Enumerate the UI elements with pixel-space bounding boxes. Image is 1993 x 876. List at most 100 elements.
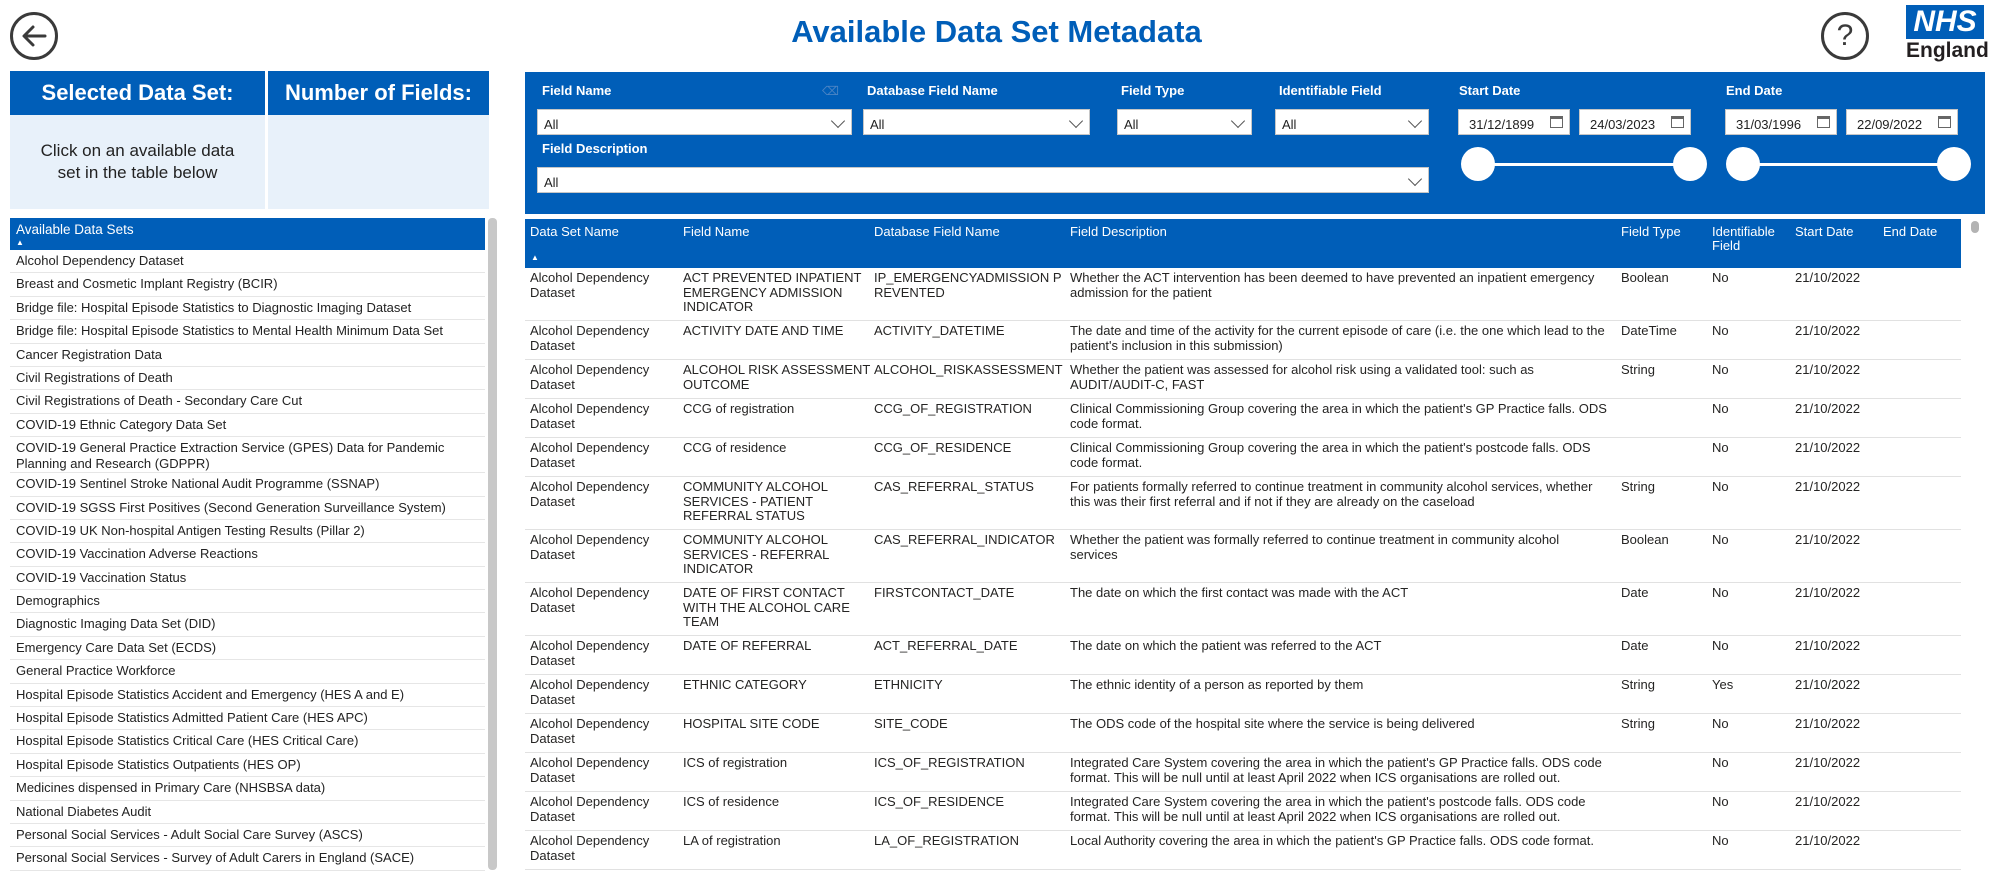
col-header-field-name[interactable]: Field Name	[683, 225, 749, 239]
list-item[interactable]: National Diabetes Audit	[10, 801, 485, 824]
cell-data-set-name: Alcohol Dependency Dataset	[530, 585, 650, 615]
cell-database-field-name: IP_EMERGENCYADMISSION PREVENTED	[874, 270, 1062, 300]
cell-identifiable-field: No	[1712, 794, 1729, 809]
field-description-filter[interactable]: All	[537, 167, 1429, 193]
end-date-slider-max-thumb[interactable]	[1937, 147, 1971, 181]
table-scrollbar[interactable]	[1971, 221, 1979, 233]
list-item[interactable]: Civil Registrations of Death	[10, 367, 485, 391]
start-date-to-input[interactable]: 24/03/2023	[1579, 109, 1691, 135]
table-row[interactable]: Alcohol Dependency Dataset ICS of registr…	[525, 753, 1961, 792]
cell-data-set-name: Alcohol Dependency Dataset	[530, 401, 650, 431]
col-header-end-date[interactable]: End Date	[1883, 225, 1937, 239]
identifiable-filter[interactable]: All	[1275, 109, 1429, 135]
table-row[interactable]: Alcohol Dependency Dataset CCG of residen…	[525, 438, 1961, 477]
list-item[interactable]: COVID-19 SGSS First Positives (Second Ge…	[10, 497, 485, 520]
end-date-from-input[interactable]: 31/03/1996	[1725, 109, 1837, 135]
end-date-slider-min-thumb[interactable]	[1726, 147, 1760, 181]
cell-data-set-name: Alcohol Dependency Dataset	[530, 638, 650, 668]
list-item[interactable]: Cancer Registration Data	[10, 344, 485, 367]
cell-start-date: 21/10/2022	[1795, 585, 1861, 600]
list-item[interactable]: Hospital Episode Statistics Admitted Pat…	[10, 707, 485, 731]
field-name-filter[interactable]: All	[537, 109, 852, 135]
list-item[interactable]: COVID-19 Ethnic Category Data Set	[10, 414, 485, 438]
list-item[interactable]: General Practice Workforce	[10, 660, 485, 684]
table-row[interactable]: Alcohol Dependency Dataset CCG of registr…	[525, 399, 1961, 438]
cell-start-date: 21/10/2022	[1795, 532, 1861, 547]
available-datasets-header[interactable]: Available Data Sets ▲	[10, 218, 485, 250]
cell-database-field-name: LA_OF_REGISTRATION	[874, 833, 1019, 848]
db-field-name-filter-label: Database Field Name	[867, 83, 998, 98]
calendar-icon[interactable]	[1550, 116, 1563, 128]
eraser-icon[interactable]: ⌫	[822, 84, 839, 98]
cell-field-type: String	[1621, 677, 1655, 692]
available-datasets-header-label: Available Data Sets	[16, 222, 134, 237]
calendar-icon[interactable]	[1938, 116, 1951, 128]
table-row[interactable]: Alcohol Dependency Dataset DATE OF FIRST …	[525, 583, 1961, 636]
cell-data-set-name: Alcohol Dependency Dataset	[530, 755, 650, 785]
table-row[interactable]: Alcohol Dependency Dataset ACTIVITY DATE …	[525, 321, 1961, 360]
list-item[interactable]: Civil Registrations of Death - Secondary…	[10, 390, 485, 414]
calendar-icon[interactable]	[1817, 116, 1830, 128]
list-item[interactable]: COVID-19 Vaccination Status	[10, 567, 485, 591]
start-date-slider-max-thumb[interactable]	[1673, 147, 1707, 181]
table-row[interactable]: Alcohol Dependency Dataset ETHNIC CATEGOR…	[525, 675, 1961, 714]
table-row[interactable]: Alcohol Dependency Dataset ALCOHOL RISK A…	[525, 360, 1961, 399]
end-date-slider-track[interactable]	[1744, 163, 1956, 166]
col-header-data-set-name[interactable]: Data Set Name	[530, 225, 619, 239]
list-item[interactable]: Personal Social Services - Survey of Adu…	[10, 847, 485, 871]
list-item[interactable]: Personal Social Services - Adult Social …	[10, 824, 485, 848]
list-item[interactable]: Emergency Care Data Set (ECDS)	[10, 637, 485, 661]
list-item[interactable]: Bridge file: Hospital Episode Statistics…	[10, 297, 485, 321]
db-field-name-filter[interactable]: All	[863, 109, 1090, 135]
col-header-field-description[interactable]: Field Description	[1070, 225, 1167, 239]
cell-field-name: HOSPITAL SITE CODE	[683, 716, 820, 731]
help-button[interactable]: ?	[1821, 12, 1869, 60]
list-item[interactable]: Breast and Cosmetic Implant Registry (BC…	[10, 273, 485, 297]
chevron-down-icon	[1230, 113, 1246, 129]
end-date-to-input[interactable]: 22/09/2022	[1846, 109, 1958, 135]
table-row[interactable]: Alcohol Dependency Dataset HOSPITAL SITE …	[525, 714, 1961, 753]
metadata-table: Data Set Name ▲ Field Name Database Fiel…	[525, 219, 1961, 876]
field-type-filter[interactable]: All	[1117, 109, 1252, 135]
cell-field-description: For patients formally referred to contin…	[1070, 479, 1593, 509]
col-header-database-field-name[interactable]: Database Field Name	[874, 225, 1000, 239]
table-row[interactable]: Alcohol Dependency Dataset DATE OF REFERR…	[525, 636, 1961, 675]
sort-ascending-icon: ▲	[16, 238, 24, 247]
start-date-slider-min-thumb[interactable]	[1461, 147, 1495, 181]
col-header-identifiable-field[interactable]: Identifiable Field	[1712, 225, 1775, 253]
list-item[interactable]: COVID-19 Vaccination Adverse Reactions	[10, 543, 485, 567]
db-field-name-filter-value: All	[870, 117, 885, 132]
calendar-icon[interactable]	[1671, 116, 1684, 128]
field-name-filter-value: All	[544, 117, 559, 132]
cell-field-name: ICS of registration	[683, 755, 788, 770]
table-row[interactable]: Alcohol Dependency Dataset LA of registra…	[525, 831, 1961, 870]
list-item[interactable]: Demographics	[10, 590, 485, 614]
cell-field-type: String	[1621, 479, 1655, 494]
available-list-scrollbar[interactable]	[488, 218, 497, 870]
list-item[interactable]: COVID-19 UK Non-hospital Antigen Testing…	[10, 520, 485, 544]
list-item[interactable]: Hospital Episode Statistics Critical Car…	[10, 730, 485, 754]
table-row[interactable]: Alcohol Dependency Dataset ACT PREVENTED …	[525, 268, 1961, 321]
cell-identifiable-field: No	[1712, 833, 1729, 848]
start-date-slider-track[interactable]	[1475, 163, 1687, 166]
list-item[interactable]: Hospital Episode Statistics Accident and…	[10, 684, 485, 708]
list-item[interactable]: COVID-19 General Practice Extraction Ser…	[10, 437, 485, 474]
list-item[interactable]: Medicines dispensed in Primary Care (NHS…	[10, 777, 485, 801]
list-item[interactable]: COVID-19 Sentinel Stroke National Audit …	[10, 473, 485, 497]
col-header-start-date[interactable]: Start Date	[1795, 225, 1854, 239]
cell-start-date: 21/10/2022	[1795, 362, 1861, 377]
list-item[interactable]: Diagnostic Imaging Data Set (DID)	[10, 613, 485, 637]
table-row[interactable]: Alcohol Dependency Dataset COMMUNITY ALCO…	[525, 530, 1961, 583]
cell-start-date: 21/10/2022	[1795, 755, 1861, 770]
list-item[interactable]: Alcohol Dependency Dataset	[10, 250, 485, 274]
table-row[interactable]: Alcohol Dependency Dataset ICS of residen…	[525, 792, 1961, 831]
cell-identifiable-field: No	[1712, 270, 1729, 285]
start-date-from-input[interactable]: 31/12/1899	[1458, 109, 1570, 135]
cell-identifiable-field: No	[1712, 401, 1729, 416]
table-row[interactable]: Alcohol Dependency Dataset COMMUNITY ALCO…	[525, 477, 1961, 530]
start-date-from-value: 31/12/1899	[1469, 117, 1535, 132]
field-type-filter-label: Field Type	[1121, 83, 1185, 98]
list-item[interactable]: Hospital Episode Statistics Outpatients …	[10, 754, 485, 778]
col-header-field-type[interactable]: Field Type	[1621, 225, 1681, 239]
list-item[interactable]: Bridge file: Hospital Episode Statistics…	[10, 320, 485, 344]
